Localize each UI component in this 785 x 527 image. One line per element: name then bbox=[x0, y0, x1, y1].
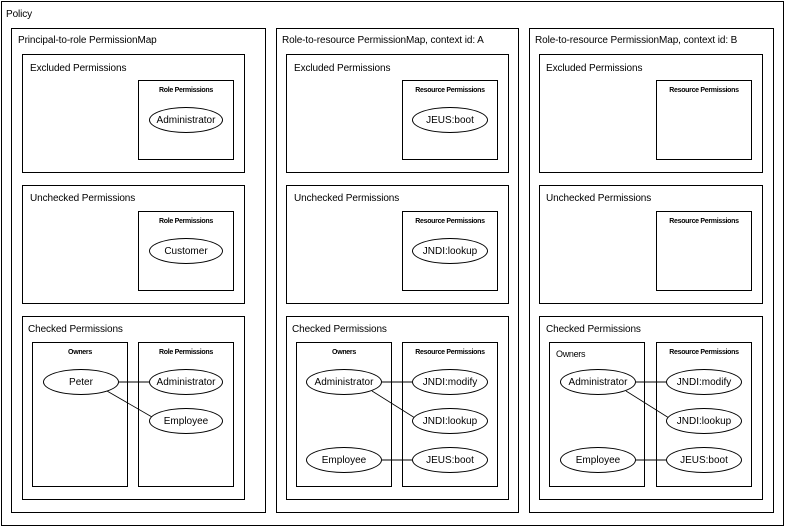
section-title: Excluded Permissions bbox=[30, 63, 127, 74]
section-title: Excluded Permissions bbox=[294, 63, 391, 74]
owner-node[interactable]: Employee bbox=[306, 447, 382, 473]
permission-node[interactable]: JNDI:lookup bbox=[412, 238, 488, 264]
permission-node[interactable]: JEUS:boot bbox=[412, 107, 488, 133]
owners-title: Owners bbox=[556, 349, 586, 359]
panel-title: Resource Permissions bbox=[415, 349, 485, 356]
resource-permissions-panel: Resource Permissions bbox=[656, 211, 752, 291]
section-title: Unchecked Permissions bbox=[294, 193, 400, 204]
section-title: Checked Permissions bbox=[546, 324, 641, 335]
resource-permissions-panel: Resource Permissions bbox=[656, 80, 752, 160]
owner-node[interactable]: Administrator bbox=[560, 369, 636, 395]
permission-node[interactable]: Administrator bbox=[149, 369, 223, 395]
map-title: Role-to-resource PermissionMap, context … bbox=[535, 35, 738, 46]
owner-node[interactable]: Administrator bbox=[306, 369, 382, 395]
permission-node[interactable]: JNDI:lookup bbox=[666, 408, 742, 434]
permission-node[interactable]: Employee bbox=[149, 408, 223, 434]
panel-title: Role Permissions bbox=[159, 218, 213, 225]
policy-title: Policy bbox=[6, 9, 33, 20]
permission-node[interactable]: JNDI:modify bbox=[666, 369, 742, 395]
permission-node[interactable]: JEUS:boot bbox=[412, 447, 488, 473]
section-title: Unchecked Permissions bbox=[546, 193, 652, 204]
owners-title: Owners bbox=[68, 349, 92, 356]
section-title: Unchecked Permissions bbox=[30, 193, 136, 204]
panel-title: Resource Permissions bbox=[669, 87, 739, 94]
panel-title: Role Permissions bbox=[159, 349, 213, 356]
permission-node[interactable]: Customer bbox=[149, 238, 223, 264]
panel-title: Resource Permissions bbox=[415, 218, 485, 225]
permission-node[interactable]: JEUS:boot bbox=[666, 447, 742, 473]
owners-title: Owners bbox=[332, 349, 356, 356]
permission-node[interactable]: JNDI:modify bbox=[412, 369, 488, 395]
panel-title: Resource Permissions bbox=[669, 349, 739, 356]
permission-node[interactable]: JNDI:lookup bbox=[412, 408, 488, 434]
section-title: Checked Permissions bbox=[292, 324, 387, 335]
owner-node[interactable]: Peter bbox=[43, 369, 119, 395]
map-title: Principal-to-role PermissionMap bbox=[18, 35, 157, 46]
section-title: Excluded Permissions bbox=[546, 63, 643, 74]
map-title: Role-to-resource PermissionMap, context … bbox=[282, 35, 484, 46]
permission-node[interactable]: Administrator bbox=[149, 107, 223, 133]
panel-title: Role Permissions bbox=[159, 87, 213, 94]
owners-panel: Owners bbox=[32, 342, 128, 487]
panel-title: Resource Permissions bbox=[669, 218, 739, 225]
panel-title: Resource Permissions bbox=[415, 87, 485, 94]
section-title: Checked Permissions bbox=[28, 324, 123, 335]
owner-node[interactable]: Employee bbox=[560, 447, 636, 473]
